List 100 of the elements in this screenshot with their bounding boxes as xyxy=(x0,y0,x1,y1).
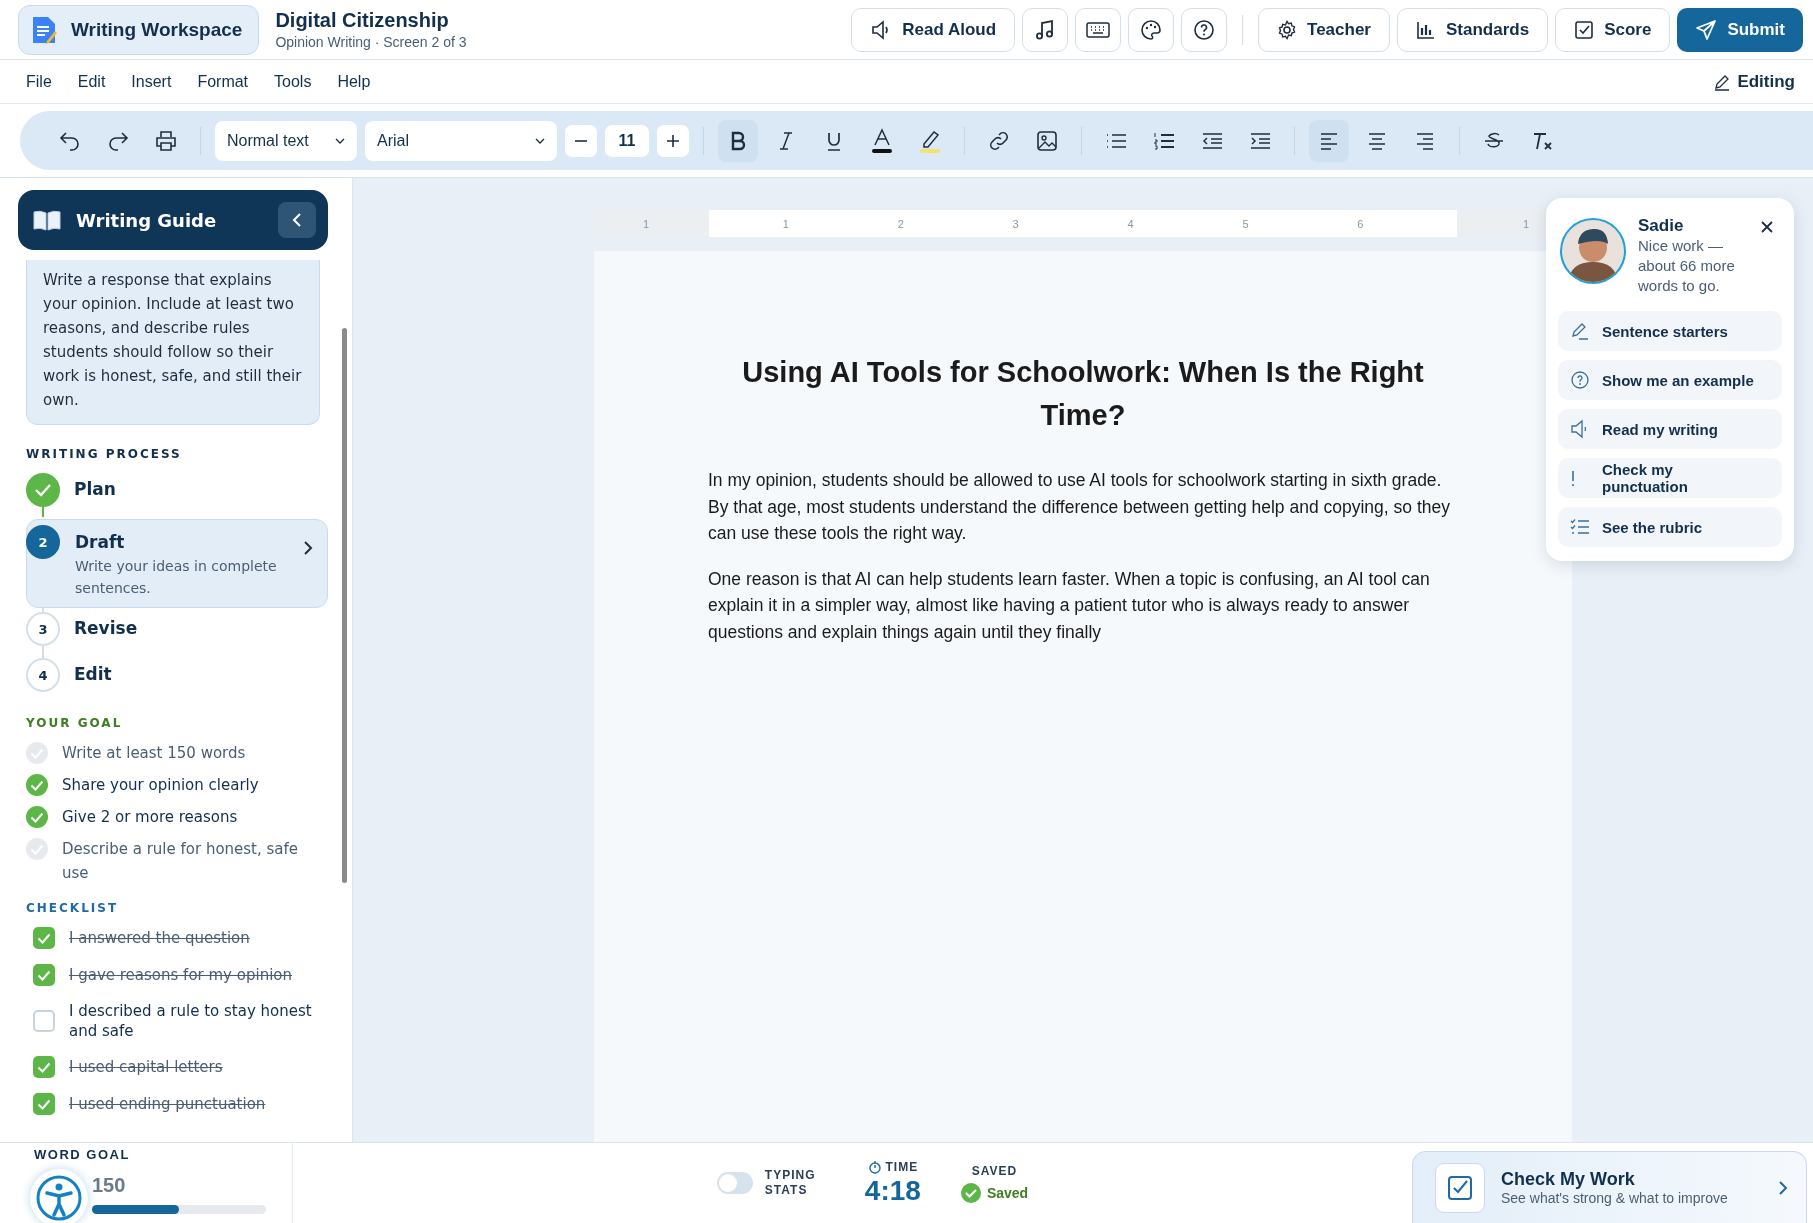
document-subtitle: Opinion Writing · Screen 2 of 3 xyxy=(275,34,467,50)
menu-item[interactable]: Edit xyxy=(65,66,118,97)
standards-button[interactable]: Standards xyxy=(1397,7,1549,52)
checklist-text: I used ending punctuation xyxy=(69,1094,266,1114)
font-dropdown[interactable]: Arial xyxy=(365,120,557,161)
paragraph-style-dropdown[interactable]: Normal text xyxy=(215,120,357,161)
checklist-text: I used capital letters xyxy=(69,1057,223,1077)
ruler-number: 6 xyxy=(1357,218,1364,230)
checklist-icon xyxy=(1570,517,1590,537)
menu-item[interactable]: Tools xyxy=(262,66,324,97)
goal-text: Write at least 150 words xyxy=(62,743,246,764)
typing-stats-toggle[interactable] xyxy=(716,1172,753,1194)
minus-icon xyxy=(575,139,587,142)
help-icon xyxy=(1570,370,1590,390)
step-label[interactable]: Plan xyxy=(74,473,116,499)
helper-option[interactable]: See the rubric xyxy=(1558,507,1782,547)
checkmark-icon xyxy=(37,1098,51,1110)
checkbox[interactable] xyxy=(33,927,55,949)
checkmark-icon xyxy=(37,932,51,944)
checkbox[interactable] xyxy=(33,1056,55,1078)
align-right-icon xyxy=(1415,131,1435,150)
checkbox[interactable] xyxy=(33,964,55,986)
step-number: 3 xyxy=(26,612,60,646)
saved-status: Saved xyxy=(986,1184,1029,1201)
ruler-number: 4 xyxy=(1127,218,1134,230)
helper-name: Sadie xyxy=(1638,216,1685,236)
ruler-number: 1 xyxy=(1523,218,1530,230)
helper-option[interactable]: Sentence starters xyxy=(1558,311,1782,351)
step-label[interactable]: Revise xyxy=(74,612,138,638)
editing-mode-button[interactable]: Editing xyxy=(1709,65,1799,98)
checkbox[interactable] xyxy=(33,1093,55,1115)
align-left-button[interactable] xyxy=(1309,119,1349,162)
link-icon xyxy=(988,129,1010,152)
submit-button[interactable]: Submit xyxy=(1677,7,1803,52)
section-heading: WRITING PROCESS xyxy=(26,447,183,461)
printer-icon xyxy=(155,130,177,151)
menu-item[interactable]: Format xyxy=(185,66,261,97)
app-title-badge[interactable]: Writing Workspace xyxy=(18,4,260,55)
step-label[interactable]: Edit xyxy=(74,658,112,684)
help-button[interactable] xyxy=(1181,7,1228,52)
check-my-work-button[interactable]: Check My Work See what's strong & what to improve xyxy=(1412,1151,1807,1223)
checkmark-icon xyxy=(37,1061,51,1073)
menu-item[interactable]: File xyxy=(14,66,64,97)
underline-icon xyxy=(826,130,842,151)
bold-icon xyxy=(730,130,746,151)
writing-guide-title: Writing Guide xyxy=(76,209,218,231)
caret-icon xyxy=(535,137,545,144)
help-icon xyxy=(1193,18,1216,41)
section-heading: CHECKLIST xyxy=(26,901,120,915)
bar-chart-icon xyxy=(1416,19,1436,40)
helper-option[interactable]: Check my punctuation xyxy=(1558,458,1782,498)
ruler-number: 1 xyxy=(782,218,789,230)
redo-icon xyxy=(107,130,129,151)
menu-item[interactable]: Insert xyxy=(119,66,184,97)
step-number: 4 xyxy=(26,658,60,692)
exclamation-icon xyxy=(1570,468,1576,488)
font-size-field[interactable]: 11 xyxy=(605,124,649,157)
align-left-icon xyxy=(1319,131,1339,150)
send-icon xyxy=(1695,18,1718,41)
gear-icon xyxy=(1277,19,1298,40)
word-goal-number: 150 xyxy=(92,1174,127,1197)
strikethrough-icon xyxy=(1483,130,1505,151)
goal-text: Share your opinion clearly xyxy=(62,775,259,796)
read-aloud-button[interactable]: Read Aloud xyxy=(851,7,1016,52)
menu-item[interactable]: Help xyxy=(325,66,383,97)
ruler-number: 2 xyxy=(897,218,904,230)
accessibility-button[interactable] xyxy=(30,1169,88,1223)
music-button[interactable] xyxy=(1022,7,1069,52)
increase-size-button[interactable] xyxy=(657,124,689,157)
collapse-button[interactable] xyxy=(278,202,316,238)
pencil-icon xyxy=(1570,321,1590,341)
palette-button[interactable] xyxy=(1128,7,1175,52)
undo-icon xyxy=(59,130,81,151)
palette-icon xyxy=(1140,18,1163,41)
book-icon xyxy=(32,209,62,231)
checkbox-icon xyxy=(1447,1174,1473,1201)
time-value: 4:18 xyxy=(864,1174,921,1207)
document-page[interactable] xyxy=(594,251,1572,1142)
decrease-size-button[interactable] xyxy=(565,124,597,157)
checkbox-icon xyxy=(1574,19,1595,40)
scrollbar-thumb[interactable] xyxy=(342,328,347,883)
score-button[interactable]: Score xyxy=(1555,7,1671,52)
outdent-icon xyxy=(1201,131,1223,150)
keyboard-button[interactable] xyxy=(1075,7,1122,52)
checkbox[interactable] xyxy=(33,1010,55,1032)
close-icon xyxy=(1760,220,1774,234)
checkmark-icon xyxy=(37,969,51,981)
helper-option[interactable]: Read my writing xyxy=(1558,409,1782,449)
chevron-right-icon xyxy=(303,540,313,556)
bullet-list-icon xyxy=(1105,131,1127,150)
bold-button[interactable] xyxy=(718,119,758,162)
indent-icon xyxy=(1249,131,1271,150)
helper-option[interactable]: Show me an example xyxy=(1558,360,1782,400)
align-center-icon xyxy=(1367,131,1387,150)
teacher-button[interactable]: Teacher xyxy=(1258,7,1390,52)
clear-formatting-icon xyxy=(1531,130,1553,151)
typing-stats-label: TYPING STATS xyxy=(764,1168,817,1198)
plus-icon xyxy=(667,134,679,147)
saved-label: SAVED xyxy=(971,1163,1018,1179)
paragraph: In my opinion, students should be allowed to use AI tools for schoolwork starting in sixth grade. By that age, most students understand the difference between getting help and copying, so they can use these tools the right way. xyxy=(708,469,1451,545)
